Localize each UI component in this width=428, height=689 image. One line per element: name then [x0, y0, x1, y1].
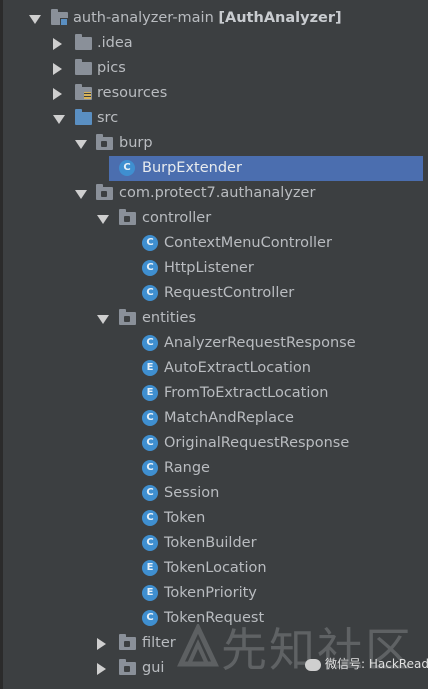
chevron-down-icon[interactable] [75, 140, 87, 149]
tree-node-enum[interactable]: E TokenPriority [3, 581, 428, 606]
chevron-right-icon[interactable] [53, 88, 62, 100]
package-icon [96, 184, 113, 200]
enum-icon: E [142, 560, 158, 576]
class-icon: C [142, 435, 158, 451]
class-icon: C [142, 485, 158, 501]
node-label: Token [164, 510, 206, 526]
tree-node-class[interactable]: C MatchAndReplace [3, 406, 428, 431]
class-icon: C [119, 160, 135, 176]
node-label: pics [97, 60, 126, 76]
tree-node-class[interactable]: C AnalyzerRequestResponse [3, 331, 428, 356]
chevron-right-icon[interactable] [53, 63, 62, 75]
class-icon: C [142, 535, 158, 551]
folder-icon [75, 34, 92, 50]
tree-node-enum[interactable]: E FromToExtractLocation [3, 381, 428, 406]
chevron-down-icon[interactable] [75, 190, 87, 199]
node-label: RequestController [164, 285, 295, 301]
chevron-right-icon[interactable] [53, 38, 62, 50]
node-label: TokenPriority [164, 585, 257, 601]
tree-node-pics[interactable]: pics [3, 56, 428, 81]
class-icon: C [142, 285, 158, 301]
node-label: HttpListener [164, 260, 254, 276]
package-icon [119, 309, 136, 325]
node-label: BurpExtender [142, 160, 242, 176]
node-label: MatchAndReplace [164, 410, 294, 426]
watermark-logo-icon [177, 624, 219, 667]
chevron-down-icon[interactable] [97, 315, 109, 324]
tree-node-class[interactable]: C Range [3, 456, 428, 481]
folder-icon [75, 59, 92, 75]
chevron-down-icon[interactable] [29, 15, 41, 24]
tree-node-burp[interactable]: burp [3, 131, 428, 156]
wechat-badge: 微信号: HackRead [305, 655, 428, 672]
node-label: gui [142, 660, 165, 676]
tree-node-class[interactable]: C ContextMenuController [3, 231, 428, 256]
class-icon: C [142, 260, 158, 276]
node-label: Range [164, 460, 210, 476]
tree-node-class[interactable]: C Session [3, 481, 428, 506]
node-label: controller [142, 210, 212, 226]
root-module: [AuthAnalyzer] [218, 10, 342, 26]
package-icon [119, 659, 136, 675]
chevron-down-icon[interactable] [97, 215, 109, 224]
tree-node-class[interactable]: C TokenBuilder [3, 531, 428, 556]
node-label: filter [142, 635, 176, 651]
node-label: TokenLocation [164, 560, 267, 576]
tree-node-controller[interactable]: controller [3, 206, 428, 231]
tree-node-package[interactable]: com.protect7.authanalyzer [3, 181, 428, 206]
class-icon: C [142, 510, 158, 526]
tree-node-class[interactable]: C Token [3, 506, 428, 531]
module-folder-icon [51, 9, 68, 26]
tree-node-burp-extender[interactable]: C BurpExtender [109, 156, 423, 181]
package-icon [119, 209, 136, 225]
node-label: com.protect7.authanalyzer [119, 185, 316, 201]
enum-icon: E [142, 385, 158, 401]
tree-node-class[interactable]: C RequestController [3, 281, 428, 306]
node-label: Session [164, 485, 220, 501]
tree-node-root[interactable]: auth-analyzer-main [AuthAnalyzer] [3, 6, 428, 31]
tree-node-class[interactable]: C OriginalRequestResponse [3, 431, 428, 456]
class-icon: C [142, 460, 158, 476]
node-label: .idea [97, 35, 133, 51]
tree-node-resources[interactable]: resources [3, 81, 428, 106]
package-icon [119, 634, 136, 650]
node-label: resources [97, 85, 168, 101]
resources-folder-icon [75, 84, 92, 100]
badge-label: 微信号: HackRead [325, 657, 428, 671]
wechat-icon [305, 658, 321, 671]
class-icon: C [142, 410, 158, 426]
chevron-right-icon[interactable] [97, 638, 106, 650]
tree-node-entities[interactable]: entities [3, 306, 428, 331]
node-label: entities [142, 310, 197, 326]
node-label: src [97, 110, 119, 126]
node-label: FromToExtractLocation [164, 385, 329, 401]
enum-icon: E [142, 360, 158, 376]
chevron-down-icon[interactable] [53, 115, 65, 124]
tree-node-idea[interactable]: .idea [3, 31, 428, 56]
source-folder-icon [75, 109, 92, 125]
class-icon: C [142, 335, 158, 351]
tree-node-class[interactable]: C HttpListener [3, 256, 428, 281]
enum-icon: E [142, 585, 158, 601]
node-label: OriginalRequestResponse [164, 435, 350, 451]
tree-node-src[interactable]: src [3, 106, 428, 131]
class-icon: C [142, 235, 158, 251]
node-label: AnalyzerRequestResponse [164, 335, 356, 351]
tree-node-enum[interactable]: E TokenLocation [3, 556, 428, 581]
tree-node-enum[interactable]: E AutoExtractLocation [3, 356, 428, 381]
project-tree: auth-analyzer-main [AuthAnalyzer] .idea … [0, 0, 428, 689]
node-label: AutoExtractLocation [164, 360, 311, 376]
package-icon [96, 134, 113, 150]
node-label: burp [119, 135, 153, 151]
class-icon: C [142, 610, 158, 626]
chevron-right-icon[interactable] [97, 663, 106, 675]
node-label: ContextMenuController [164, 235, 332, 251]
node-label: TokenBuilder [164, 535, 257, 551]
root-name: auth-analyzer-main [73, 10, 214, 26]
